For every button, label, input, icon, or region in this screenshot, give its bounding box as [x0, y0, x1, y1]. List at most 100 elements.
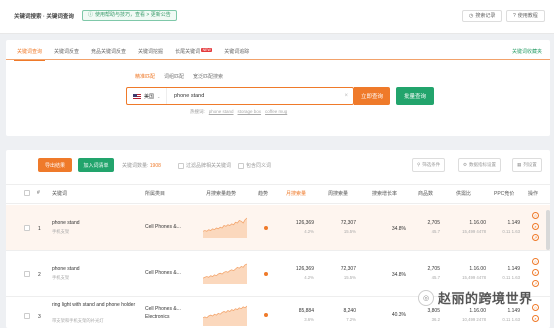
supply-ratio-sub: 10,499 2478 [462, 317, 486, 322]
table-scrollbar[interactable] [546, 210, 550, 250]
search-button[interactable]: 立即查询 [354, 87, 390, 105]
count-label: 关键词数量: [122, 163, 149, 169]
trend-dot-icon [264, 313, 268, 317]
col-growth[interactable]: 搜索增长率 [372, 190, 397, 197]
category-text[interactable]: Cell Phones &... [145, 224, 181, 230]
filter-button[interactable]: ⚲ 筛选条件 [412, 158, 446, 172]
ppc-range: 0.11 1.63 [502, 317, 520, 322]
tab-label: 竞品关键词反查 [91, 49, 127, 55]
mode-phrase[interactable]: 词组匹配 [164, 73, 184, 80]
tab-label: 关键词挖掘 [138, 49, 164, 55]
col-ppc[interactable]: PPC竞价 [494, 190, 514, 197]
keyword-text[interactable]: phone stand [52, 220, 80, 226]
settings-icon: ⚙ [463, 162, 468, 167]
product-count-sub: 45.7 [431, 275, 440, 280]
chevron-down-icon: ⌄ [157, 93, 161, 99]
breadcrumb: 关键词搜索 · 关键词查询 [14, 14, 74, 20]
col-weekly-volume[interactable]: 周搜索量 [328, 190, 348, 197]
row-index: 3 [38, 314, 41, 320]
category-text[interactable]: Cell Phones &... [145, 270, 181, 276]
columns-label: 列设置 [523, 162, 537, 167]
trend-sparkline [203, 263, 247, 284]
keyword-text[interactable]: phone stand [52, 266, 80, 272]
question-icon: ? [513, 13, 516, 19]
help-button[interactable]: ? 使用教程 [506, 10, 545, 22]
columns-button[interactable]: ▦ 列设置 [512, 158, 542, 172]
col-category[interactable]: 所属类目 [145, 190, 165, 197]
trend-sparkline [203, 217, 247, 238]
favorite-icon[interactable]: ☆ [532, 304, 539, 311]
growth-rate: 40.3% [391, 312, 406, 318]
add-list-button[interactable]: 加入词清单 [78, 158, 114, 172]
search-icon[interactable]: ⌕ [532, 223, 539, 230]
market-select[interactable]: 美国 ⌄ [127, 88, 167, 104]
chart-icon[interactable]: ↗ [532, 234, 539, 241]
us-flag-icon [133, 93, 141, 99]
checkbox[interactable] [178, 162, 184, 169]
clock-icon: ◷ [469, 13, 474, 19]
watermark: ◎ 赵丽的跨境世界 [418, 288, 533, 307]
growth-rate: 34.8% [391, 226, 406, 232]
weekly-volume: 8,240 [343, 308, 356, 314]
metrics-button[interactable]: ⚙ 数据指标设置 [458, 158, 502, 172]
search-icon[interactable]: ⌕ [532, 269, 539, 276]
notice-banner[interactable]: ⓘ 使用帮助与技巧，查看 > 更新公告 [82, 10, 177, 21]
hot-keyword[interactable]: storage box [238, 109, 262, 115]
col-supply-ratio[interactable]: 供需比 [456, 190, 471, 197]
mode-broad[interactable]: 宽泛匹配搜索 [193, 73, 223, 80]
col-product-count[interactable]: 商品数 [418, 190, 433, 197]
col-trend-chart[interactable]: 月搜索量趋势 [206, 190, 236, 197]
favorite-icon[interactable]: ☆ [532, 212, 539, 219]
checkbox[interactable] [238, 162, 244, 169]
favorite-icon[interactable]: ☆ [532, 258, 539, 265]
trend-dot-icon [264, 226, 268, 230]
search-input[interactable] [167, 88, 345, 104]
search-bar: 美国 ⌄ × [126, 87, 354, 105]
keyword-translation: 手机支架 [52, 229, 70, 234]
history-button[interactable]: ◷ 搜索记录 [462, 10, 503, 22]
favorites-link[interactable]: 关键词收藏夹 [512, 48, 542, 55]
supply-ratio-sub: 15,499 4478 [462, 229, 486, 234]
mode-exact[interactable]: 精准匹配 [135, 73, 155, 80]
row-checkbox[interactable] [24, 271, 30, 277]
supply-ratio: 1.16.00 [469, 220, 486, 226]
market-label: 美国 [144, 93, 155, 100]
select-all-checkbox[interactable] [24, 190, 30, 196]
synonym-checkbox[interactable]: 包含同义词 [238, 162, 271, 169]
hot-keyword[interactable]: phone stand [209, 109, 234, 115]
row-checkbox[interactable] [24, 313, 30, 319]
col-monthly-volume[interactable]: 月搜索量 [286, 190, 306, 197]
product-count: 2,705 [427, 220, 440, 226]
checkbox-label: 包含同义词 [246, 163, 272, 169]
category-text-secondary[interactable]: Electronics [145, 314, 169, 320]
weekly-volume: 72,307 [340, 220, 356, 226]
col-keyword[interactable]: 关键词 [52, 190, 67, 197]
exclude-brand-checkbox[interactable]: 过滤品牌相关关键词 [178, 162, 231, 169]
ppc-range: 0.11 1.63 [502, 275, 520, 280]
monthly-volume: 126,369 [295, 266, 314, 272]
weekly-volume-change: 15.5% [343, 275, 356, 280]
tab-divider [6, 59, 550, 60]
chart-icon[interactable]: ↗ [532, 280, 539, 287]
keyword-text[interactable]: ring light with stand and phone holder [52, 302, 138, 309]
export-button[interactable]: 导出结果 [38, 158, 72, 172]
history-label: 搜索记录 [475, 13, 496, 19]
col-index: # [37, 190, 40, 196]
search-icon[interactable]: ⌕ [532, 315, 539, 322]
new-badge: NEW [201, 48, 213, 52]
ppc-bid: 1.149 [507, 308, 520, 314]
row-checkbox[interactable] [24, 225, 30, 231]
metrics-label: 数据指标设置 [469, 162, 497, 167]
monthly-volume: 85,884 [298, 308, 314, 314]
row-index: 1 [38, 226, 41, 232]
result-count: 关键词数量: 1908 [122, 162, 161, 169]
product-count-sub: 45.7 [431, 229, 440, 234]
hot-label: 热搜词: [190, 109, 205, 114]
close-icon[interactable]: × [344, 93, 353, 99]
table-row[interactable] [6, 205, 550, 251]
category-text[interactable]: Cell Phones &... [145, 306, 181, 312]
batch-search-button[interactable]: 批量查询 [396, 87, 434, 105]
trend-dot-icon [264, 272, 268, 276]
hot-keyword[interactable]: coffee mug [265, 109, 287, 115]
col-trend[interactable]: 趋势 [258, 190, 268, 197]
